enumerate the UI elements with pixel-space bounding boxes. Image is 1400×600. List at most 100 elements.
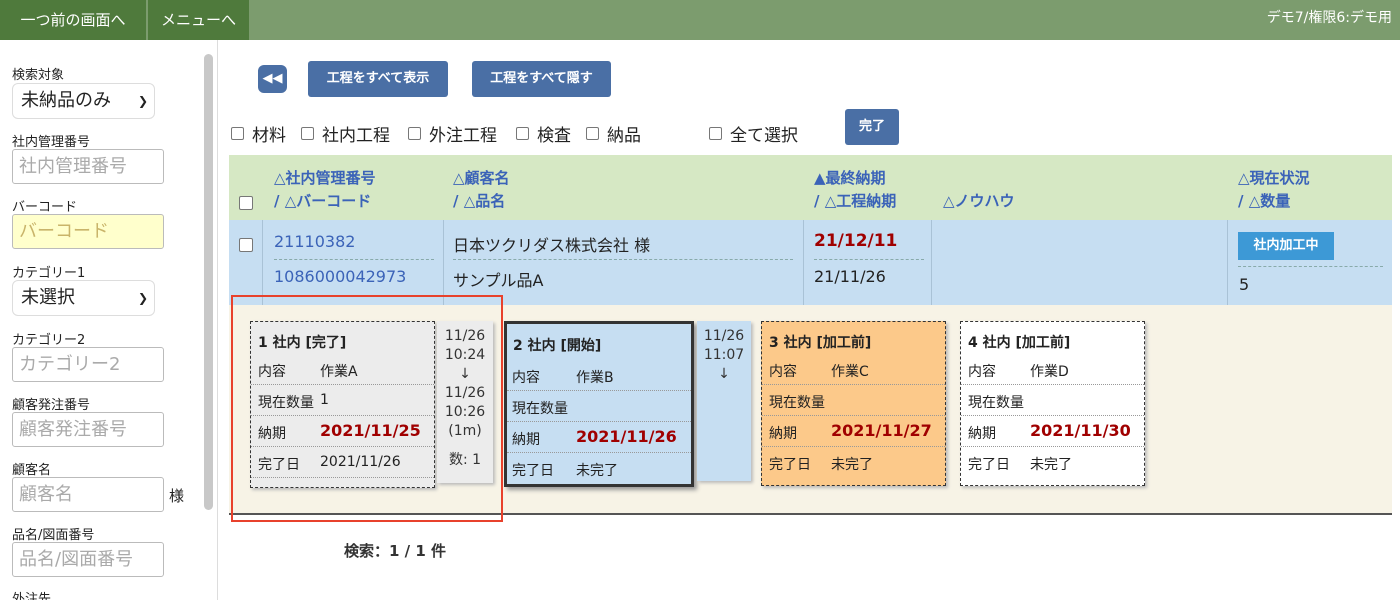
divider <box>443 220 444 305</box>
row-key: 納期 <box>512 432 540 448</box>
header-final-due[interactable]: ▲最終納期 <box>814 167 886 188</box>
sidebar-scrollbar[interactable] <box>204 54 213 510</box>
chevron-down-icon: ❯ <box>137 291 148 305</box>
row-value: 2021/11/27 <box>831 421 932 440</box>
header-barcode[interactable]: / △バーコード <box>274 190 371 211</box>
filter-label: 納品 <box>607 126 641 146</box>
customer-name: 日本ツクリダス株式会社 様 <box>453 236 651 255</box>
select-all-rows-checkbox[interactable] <box>239 196 253 210</box>
divider <box>453 259 793 260</box>
mgmt-no-link[interactable]: 21110382 <box>274 232 355 251</box>
order-no-label: 顧客発注番号 <box>12 398 91 413</box>
filter-inspect[interactable]: 検査 <box>516 121 571 146</box>
category1-select[interactable]: 未選択 ❯ <box>12 280 155 316</box>
process-title: 3 社内 [加工前] <box>769 335 872 351</box>
product-name: サンプル品A <box>453 271 544 290</box>
category1-label: カテゴリー1 <box>12 266 86 281</box>
checkbox[interactable] <box>301 127 314 140</box>
process-row-done: 完了日 未完了 <box>762 447 945 478</box>
hide-all-button[interactable]: 工程をすべて隠す <box>472 61 611 97</box>
search-target-select[interactable]: 未納品のみ ❯ <box>12 83 155 119</box>
menu-button[interactable]: メニューへ <box>148 0 249 40</box>
row-key: 現在数量 <box>968 395 1024 411</box>
table-header: △社内管理番号 / △バーコード △顧客名 / △品名 ▲最終納期 / △工程納… <box>229 155 1392 220</box>
header-process-due[interactable]: / △工程納期 <box>814 190 896 211</box>
connector-text: 11/26 <box>703 328 745 344</box>
filter-internal[interactable]: 社内工程 <box>301 121 390 146</box>
checkbox[interactable] <box>709 127 722 140</box>
header-qty[interactable]: / △数量 <box>1238 190 1290 211</box>
process-title: 4 社内 [加工前] <box>968 335 1071 351</box>
search-sidebar: 検索対象 未納品のみ ❯ 社内管理番号 社内管理番号 バーコード バーコード カ… <box>0 40 218 600</box>
customer-input[interactable]: 顧客名 <box>12 477 164 512</box>
row-key: 内容 <box>769 364 797 380</box>
barcode-label: バーコード <box>12 200 78 215</box>
complete-button[interactable]: 完了 <box>845 109 899 145</box>
header-knowhow[interactable]: △ノウハウ <box>943 190 1015 211</box>
filter-label: 検査 <box>537 126 571 146</box>
status-badge[interactable]: 社内加工中 <box>1238 232 1334 260</box>
connector-text: 11:07 <box>703 347 745 363</box>
show-all-button[interactable]: 工程をすべて表示 <box>308 61 448 97</box>
filter-external[interactable]: 外注工程 <box>408 121 497 146</box>
mgmt-no-input[interactable]: 社内管理番号 <box>12 149 164 184</box>
checkbox[interactable] <box>408 127 421 140</box>
mgmt-no-label: 社内管理番号 <box>12 135 91 150</box>
divider <box>1227 220 1228 305</box>
rewind-button[interactable]: ◀◀ <box>258 65 287 93</box>
filter-label: 社内工程 <box>322 126 390 146</box>
process-row-qty: 現在数量 <box>507 391 691 422</box>
row-key: 完了日 <box>769 457 811 473</box>
back-button[interactable]: 一つ前の画面へ <box>0 0 146 40</box>
row-key: 内容 <box>968 364 996 380</box>
customer-label: 顧客名 <box>12 463 52 478</box>
checkbox[interactable] <box>231 127 244 140</box>
process-row-done: 完了日 未完了 <box>507 453 691 484</box>
checkbox[interactable] <box>586 127 599 140</box>
row-key: 現在数量 <box>512 401 568 417</box>
product-input[interactable]: 品名/図面番号 <box>12 542 164 577</box>
process-connector-2: 11/26 11:07 ↓ <box>697 321 751 481</box>
process-card-3[interactable]: 3 社内 [加工前] 内容 作業C 現在数量 納期 2021/11/27 完了日 未完… <box>761 321 946 486</box>
barcode-link[interactable]: 1086000042973 <box>274 267 406 286</box>
row-value: 未完了 <box>831 457 873 473</box>
row-key: 内容 <box>512 370 540 386</box>
header-product[interactable]: / △品名 <box>453 190 505 211</box>
result-count: 検索：1 / 1 件 <box>344 542 447 560</box>
row-checkbox[interactable] <box>239 238 253 252</box>
process-row-content: 内容 作業D <box>961 354 1144 385</box>
row-value: 未完了 <box>1030 457 1072 473</box>
header-status[interactable]: △現在状況 <box>1238 167 1310 188</box>
process-row-content: 内容 作業C <box>762 354 945 385</box>
row-value: 作業D <box>1030 364 1069 380</box>
order-no-input[interactable]: 顧客発注番号 <box>12 412 164 447</box>
header-customer[interactable]: △顧客名 <box>453 167 510 188</box>
outsource-label: 外注先 <box>12 592 52 600</box>
process-row-due: 納期 2021/11/27 <box>762 416 945 447</box>
header-mgmt-no[interactable]: △社内管理番号 <box>274 167 376 188</box>
category2-label: カテゴリー2 <box>12 333 86 348</box>
user-info: デモ7/権限6:デモ用 <box>1266 10 1392 26</box>
process-card-4[interactable]: 4 社内 [加工前] 内容 作業D 現在数量 納期 2021/11/30 完了日 未完… <box>960 321 1145 486</box>
filter-delivery[interactable]: 納品 <box>586 121 641 146</box>
filter-label: 全て選択 <box>730 126 798 146</box>
barcode-input[interactable]: バーコード <box>12 214 164 249</box>
row-value: 作業B <box>576 370 614 386</box>
process-row-qty: 現在数量 <box>961 385 1144 416</box>
divider <box>931 220 932 305</box>
category2-input[interactable]: カテゴリー2 <box>12 347 164 382</box>
row-value: 2021/11/30 <box>1030 421 1131 440</box>
checkbox[interactable] <box>516 127 529 140</box>
process-row-done: 完了日 未完了 <box>961 447 1144 478</box>
divider <box>1238 266 1383 267</box>
filter-select-all[interactable]: 全て選択 <box>709 121 798 146</box>
process-card-2[interactable]: 2 社内 [開始] 内容 作業B 現在数量 納期 2021/11/26 完了日 未完了 <box>504 321 694 487</box>
top-bar: 一つ前の画面へ メニューへ デモ7/権限6:デモ用 <box>0 0 1400 40</box>
filter-material[interactable]: 材料 <box>231 121 286 146</box>
filter-label: 外注工程 <box>429 126 497 146</box>
process-due: 21/11/26 <box>814 267 886 286</box>
row-value: 作業C <box>831 364 869 380</box>
quantity: 5 <box>1239 275 1250 294</box>
filter-label: 材料 <box>252 126 286 146</box>
row-value: 未完了 <box>576 463 618 479</box>
